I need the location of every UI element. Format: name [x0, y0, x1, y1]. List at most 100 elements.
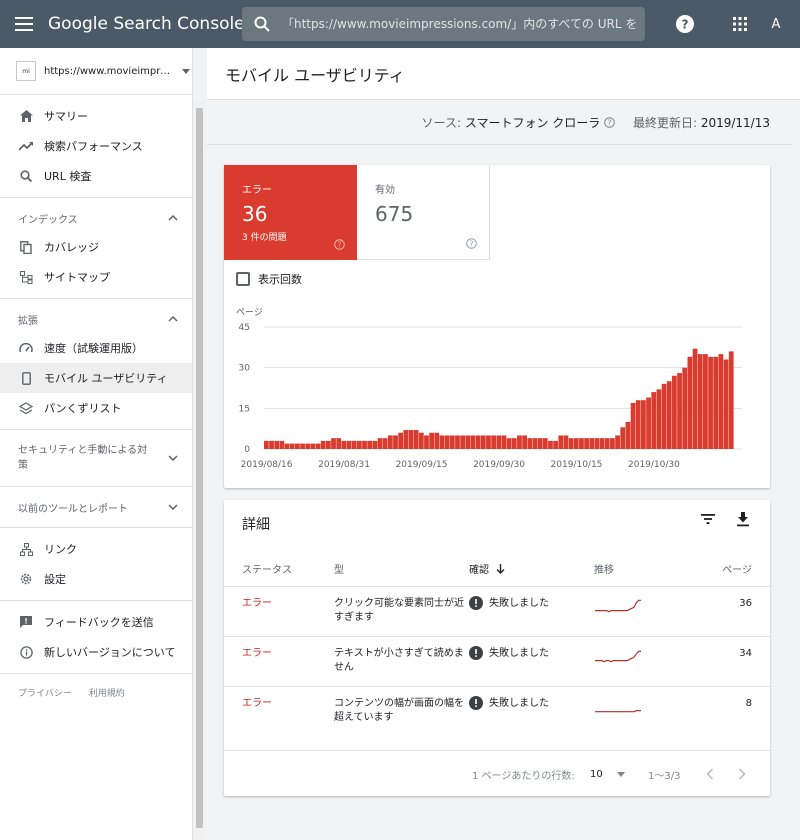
x-tick-label: 2019/08/16	[241, 460, 293, 470]
scrollbar-thumb[interactable]	[196, 108, 203, 828]
sidebar-item-label: リンク	[44, 543, 77, 556]
chart-bar	[558, 435, 564, 449]
sidebar-item-speed[interactable]: 速度（試験運用版）	[0, 333, 192, 363]
terms-link[interactable]: 利用規約	[89, 689, 125, 699]
rows-per-page-select[interactable]: 10	[590, 769, 625, 780]
error-tile[interactable]: エラー 36 3 件の問題 ?	[224, 165, 357, 260]
type-cell: コンテンツの幅が画面の幅を超えています	[334, 686, 469, 751]
top-app-bar: Google Search Console ? A	[0, 0, 800, 48]
chart-bar	[310, 443, 316, 449]
section-header-enhancements[interactable]: 拡張	[0, 305, 192, 333]
chart-bar	[403, 430, 409, 449]
account-avatar[interactable]: A	[764, 12, 788, 36]
chart-bar	[610, 438, 615, 449]
sidebar-item-settings[interactable]: 設定	[0, 564, 192, 594]
help-icon[interactable]: ?	[604, 117, 615, 128]
help-icon[interactable]: ?	[334, 239, 345, 250]
column-header-type[interactable]: 型	[334, 552, 469, 587]
chart-bar	[408, 430, 414, 449]
impressions-toggle[interactable]: 表示回数	[236, 271, 302, 287]
property-url: https://www.movieimpressions.com/	[44, 65, 174, 77]
chart-bar	[672, 375, 677, 449]
chart-bar	[486, 435, 491, 449]
chart-bar	[527, 438, 533, 449]
sidebar-item-feedback[interactable]: フィードバックを送信	[0, 607, 192, 637]
chart-bar	[584, 438, 589, 449]
chevron-left-icon[interactable]	[706, 768, 714, 780]
valid-tile[interactable]: 有効 675 ?	[357, 165, 490, 260]
chart-bar	[413, 430, 419, 449]
sidebar-item-about-new-version[interactable]: 新しいバージョンについて	[0, 637, 192, 667]
chart-bar	[398, 432, 404, 449]
nav-top-group: サマリー 検索パフォーマンス URL 検査	[0, 95, 192, 198]
trending-up-icon	[18, 138, 34, 154]
section-header-index[interactable]: インデックス	[0, 204, 192, 232]
sidebar-item-summary[interactable]: サマリー	[0, 101, 192, 131]
sidebar-scrollbar[interactable]	[193, 100, 206, 840]
chart-bar	[315, 443, 321, 449]
search-input[interactable]	[282, 17, 645, 31]
chevron-right-icon[interactable]	[738, 768, 746, 780]
search-icon[interactable]	[242, 16, 282, 32]
valid-tile-label: 有効	[375, 185, 395, 196]
column-header-pages[interactable]: ページ	[694, 552, 770, 587]
sidebar-item-performance[interactable]: 検索パフォーマンス	[0, 131, 192, 161]
impressions-checkbox[interactable]	[236, 272, 250, 286]
chart-bar	[455, 435, 460, 449]
section-header-legacy[interactable]: 以前のツールとレポート	[0, 493, 192, 521]
download-icon[interactable]	[736, 512, 750, 527]
app-title[interactable]: Google Search Console	[48, 14, 245, 34]
trend-sparkline	[595, 599, 641, 612]
sidebar-item-mobile-usability[interactable]: モバイル ユーザビリティ	[0, 363, 192, 393]
section-title: セキュリティと手動による対策	[18, 445, 148, 471]
chart-bar	[532, 438, 538, 449]
trend-cell	[594, 586, 694, 637]
privacy-link[interactable]: プライバシー	[18, 689, 72, 699]
svg-text:?: ?	[470, 239, 474, 248]
table-row[interactable]: エラー テキストが小さすぎて読めません 失敗しました 34	[224, 636, 770, 687]
search-icon	[18, 168, 34, 184]
x-tick-label: 2019/09/30	[473, 460, 525, 470]
search-box[interactable]	[242, 7, 645, 41]
pagination: 1 ページあたりの行数: 10 1〜3/3	[224, 762, 770, 786]
sidebar-item-url-inspection[interactable]: URL 検査	[0, 161, 192, 191]
apps-grid-icon[interactable]	[728, 12, 752, 36]
filter-icon[interactable]	[700, 512, 716, 526]
sidebar-item-label: 速度（試験運用版）	[44, 342, 143, 355]
column-header-verify[interactable]: 確認	[469, 552, 594, 587]
y-tick-label: 0	[244, 445, 250, 455]
chart-bar	[666, 381, 672, 449]
help-icon[interactable]: ?	[673, 12, 697, 36]
type-cell: クリック可能な要素同士が近すぎます	[334, 586, 469, 637]
sidebar-item-sitemaps[interactable]: サイトマップ	[0, 262, 192, 292]
chart-bar	[356, 440, 362, 449]
chart-bar	[387, 435, 393, 449]
column-header-status[interactable]: ステータス	[224, 552, 334, 587]
chart-bar	[728, 351, 734, 449]
help-icon[interactable]: ?	[466, 238, 477, 249]
svg-text:?: ?	[608, 118, 612, 127]
chart-bar	[703, 354, 708, 449]
chart-bar	[501, 435, 507, 449]
y-tick-label: 45	[239, 323, 250, 333]
property-selector[interactable]: mi https://www.movieimpressions.com/	[0, 48, 192, 95]
status-chart-card: エラー 36 3 件の問題 ? 有効 675 ? 表示回数 ページ 0 15 30 45…	[224, 165, 770, 488]
main-menu-button[interactable]	[0, 0, 48, 48]
sidebar-item-coverage[interactable]: カバレッジ	[0, 232, 192, 262]
section-header-security[interactable]: セキュリティと手動による対策	[0, 436, 192, 480]
chart-bar	[429, 432, 435, 449]
sidebar-item-breadcrumbs[interactable]: パンくずリスト	[0, 393, 192, 423]
chart-bar	[465, 435, 471, 449]
sidebar-item-label: 設定	[44, 573, 66, 586]
sparkline-path	[595, 650, 641, 662]
table-row[interactable]: エラー コンテンツの幅が画面の幅を超えています 失敗しました 8	[224, 686, 770, 751]
table-row[interactable]: エラー クリック可能な要素同士が近すぎます 失敗しました 36	[224, 586, 770, 637]
property-logo: mi	[16, 61, 36, 81]
sidebar-item-links[interactable]: リンク	[0, 534, 192, 564]
chart-bar	[579, 438, 584, 449]
speedometer-icon	[18, 340, 34, 356]
chart-bar	[336, 438, 342, 449]
x-tick-label: 2019/09/15	[396, 460, 448, 470]
column-header-trend[interactable]: 推移	[594, 552, 694, 587]
pages-bar-chart: ページ 0 15 30 45 2019/08/16 2019/08/31 2019/09/15…	[236, 308, 742, 470]
